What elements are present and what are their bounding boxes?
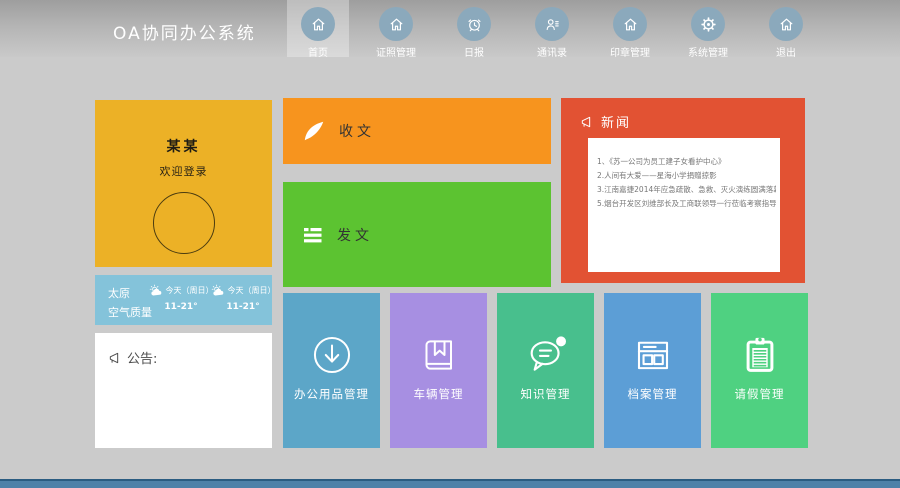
nav-label: 通讯录 (537, 44, 567, 59)
module-label: 办公用品管理 (283, 386, 380, 402)
nav-label: 日报 (464, 44, 484, 59)
module-office-supplies[interactable]: 办公用品管理 (283, 293, 380, 448)
news-item[interactable]: 2.人间有大爱——星海小学捐赠掠影 (597, 169, 776, 183)
nav-item-home[interactable]: 首页 (287, 0, 349, 57)
nav-item-daily-report[interactable]: 日报 (443, 0, 505, 57)
welcome-card: 某某 欢迎登录 (95, 100, 272, 267)
module-label: 知识管理 (497, 386, 594, 402)
nav-item-logout[interactable]: 退出 (755, 0, 817, 57)
module-archive[interactable]: 档案管理 (604, 293, 701, 448)
user-name: 某某 (95, 100, 272, 156)
header: OA协同办公系统 首页 证照管理 (0, 0, 900, 57)
nav-label: 证照管理 (376, 44, 416, 59)
forecast-day: 今天（周日） (228, 285, 276, 296)
forecast-today: 今天（周日） 11-21° (150, 275, 212, 325)
main-nav: 首页 证照管理 日报 (287, 0, 817, 57)
city-label: 太原 (108, 285, 150, 301)
news-item[interactable]: 3.江南嘉捷2014年应急疏散、急救、灭火演练圆满落幕 (597, 183, 776, 197)
news-card: 新闻 1、《苏一公司为员工建子女看护中心》 2.人间有大爱——星海小学捐赠掠影 … (561, 98, 805, 283)
download-circle-icon (283, 330, 380, 380)
book-icon (390, 330, 487, 380)
avatar-placeholder-circle (153, 192, 215, 254)
announcement-title: 公告: (127, 348, 157, 367)
megaphone-icon (579, 114, 595, 130)
module-knowledge[interactable]: 知识管理 (497, 293, 594, 448)
nav-label: 退出 (776, 44, 796, 59)
news-title: 新闻 (601, 112, 631, 131)
nav-item-contacts[interactable]: 通讯录 (521, 0, 583, 57)
app-title: OA协同办公系统 (113, 19, 256, 44)
megaphone-icon (107, 350, 123, 366)
home-icon (769, 7, 803, 41)
outbox-label: 发文 (337, 225, 373, 245)
air-quality-label: 空气质量 (108, 304, 150, 320)
nav-item-system[interactable]: 系统管理 (677, 0, 739, 57)
nav-label: 首页 (308, 44, 328, 59)
footer-bar (0, 479, 900, 488)
weather-card: 太原 空气质量 今天（周日） 11-21° (95, 275, 272, 325)
home-icon (379, 7, 413, 41)
news-item[interactable]: 1、《苏一公司为员工建子女看护中心》 (597, 155, 776, 169)
home-icon (301, 7, 335, 41)
list-icon (301, 223, 325, 247)
forecast-day: 今天（周日） (166, 285, 214, 296)
nav-item-seal[interactable]: 印章管理 (599, 0, 661, 57)
news-list: 1、《苏一公司为员工建子女看护中心》 2.人间有大爱——星海小学捐赠掠影 3.江… (588, 138, 780, 272)
feather-icon (301, 118, 327, 144)
gear-icon (691, 7, 725, 41)
forecast-temp: 11-21° (150, 302, 212, 312)
module-label: 档案管理 (604, 386, 701, 402)
outbox-banner[interactable]: 发文 (283, 182, 551, 287)
sun-cloud-icon (149, 284, 164, 297)
nav-label: 系统管理 (688, 44, 728, 59)
archive-icon (604, 330, 701, 380)
forecast-temp: 11-21° (212, 302, 274, 312)
module-vehicle[interactable]: 车辆管理 (390, 293, 487, 448)
sun-cloud-icon (211, 284, 226, 297)
module-label: 车辆管理 (390, 386, 487, 402)
home-icon (613, 7, 647, 41)
nav-item-certificates[interactable]: 证照管理 (365, 0, 427, 57)
module-label: 请假管理 (711, 386, 808, 402)
inbox-banner[interactable]: 收文 (283, 98, 551, 164)
chat-bubble-icon (497, 330, 594, 380)
inbox-label: 收文 (339, 121, 375, 141)
nav-label: 印章管理 (610, 44, 650, 59)
module-leave[interactable]: 请假管理 (711, 293, 808, 448)
clipboard-icon (711, 330, 808, 380)
announcement-card: 公告: (95, 333, 272, 448)
clock-icon (457, 7, 491, 41)
forecast-today-2: 今天（周日） 11-21° (212, 275, 274, 325)
oa-dashboard: OA协同办公系统 首页 证照管理 (0, 0, 900, 488)
welcome-text: 欢迎登录 (95, 163, 272, 179)
news-item[interactable]: 5.烟台开发区刘维部长及工商联领导一行莅临考察指导 (597, 197, 776, 211)
contacts-icon (535, 7, 569, 41)
weather-location: 太原 空气质量 (95, 275, 150, 325)
